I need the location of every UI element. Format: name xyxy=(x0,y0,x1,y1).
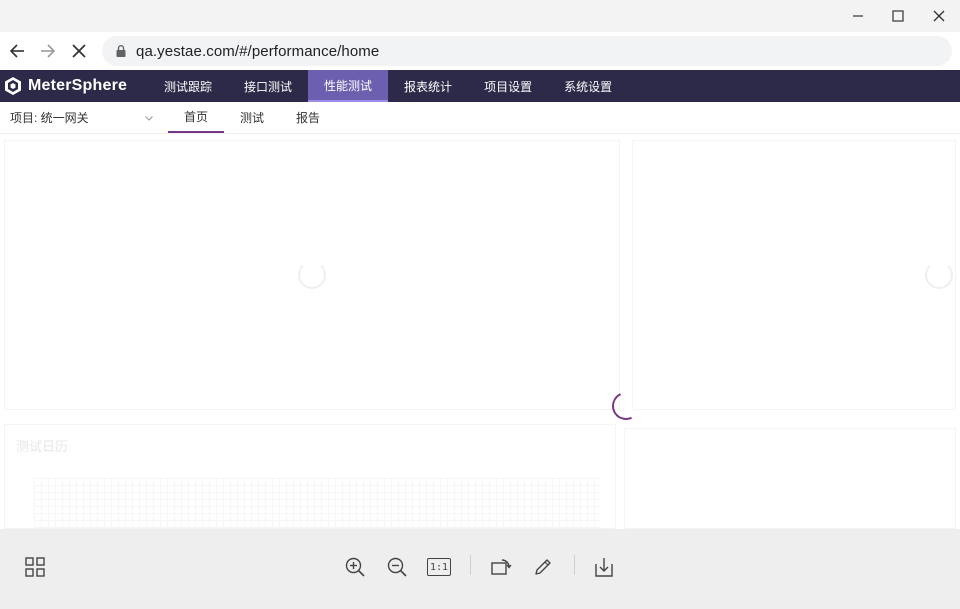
chevron-down-icon xyxy=(145,115,153,121)
menu-report-stats[interactable]: 报表统计 xyxy=(388,70,468,102)
zoom-in-button[interactable] xyxy=(339,551,371,583)
menu-label: 性能测试 xyxy=(324,78,373,93)
menu-project-settings[interactable]: 项目设置 xyxy=(468,70,548,102)
brand-logo[interactable]: MeterSphere xyxy=(0,70,148,102)
url-text: qa.yestae.com/#/performance/home xyxy=(136,42,380,60)
grid-view-button[interactable] xyxy=(19,551,51,583)
calendar-heatmap xyxy=(34,478,600,528)
actual-size-icon: 1:1 xyxy=(427,558,451,576)
arrow-left-icon xyxy=(9,44,24,58)
calendar-title: 测试日历 xyxy=(16,439,69,454)
menu-label: 报表统计 xyxy=(404,79,453,94)
zoom-out-button[interactable] xyxy=(381,551,413,583)
tab-label: 测试 xyxy=(240,111,265,125)
close-button[interactable] xyxy=(916,0,960,32)
menu-api-test[interactable]: 接口测试 xyxy=(228,70,308,102)
menu-performance-test[interactable]: 性能测试 xyxy=(308,70,389,102)
tab-report[interactable]: 报告 xyxy=(280,102,336,133)
viewer-toolbar: 1:1 xyxy=(0,529,960,609)
tab-home[interactable]: 首页 xyxy=(168,102,225,133)
lock-icon xyxy=(116,45,126,57)
toolbar-divider xyxy=(574,555,575,575)
tab-label: 首页 xyxy=(184,110,209,124)
main-content: 测试日历 xyxy=(0,134,960,529)
forward-button[interactable] xyxy=(33,36,63,66)
arrow-right-icon xyxy=(41,44,56,58)
menu-label: 项目设置 xyxy=(484,79,533,94)
tab-label: 报告 xyxy=(296,111,321,125)
download-button[interactable] xyxy=(588,551,620,583)
loading-placeholder xyxy=(925,261,953,289)
toolbar-divider xyxy=(470,555,471,575)
download-icon xyxy=(595,558,613,577)
tab-test[interactable]: 测试 xyxy=(224,102,280,133)
edit-button[interactable] xyxy=(527,551,559,583)
menu-system-settings[interactable]: 系统设置 xyxy=(548,70,628,102)
schedule-card xyxy=(624,428,956,529)
menu-label: 系统设置 xyxy=(564,79,613,94)
app-header: MeterSphere 测试跟踪 接口测试 性能测试 报表统计 项目设置 系统设… xyxy=(0,70,960,102)
rotate-button[interactable] xyxy=(485,551,517,583)
address-bar[interactable]: qa.yestae.com/#/performance/home xyxy=(102,36,952,66)
loading-placeholder xyxy=(298,261,326,289)
grid-icon xyxy=(25,557,45,577)
sub-navigation: 项目: 统一网关 首页 测试 报告 xyxy=(0,102,960,134)
stop-loading-button[interactable] xyxy=(64,36,94,66)
project-select[interactable]: 项目: 统一网关 xyxy=(0,102,168,133)
back-button[interactable] xyxy=(2,36,32,66)
actual-size-button[interactable]: 1:1 xyxy=(423,551,455,583)
rotate-icon xyxy=(491,559,512,575)
brand-name: MeterSphere xyxy=(28,77,128,94)
menu-test-track[interactable]: 测试跟踪 xyxy=(148,70,228,102)
zoom-out-icon xyxy=(387,557,407,577)
metersphere-logo-icon xyxy=(5,77,21,95)
recent-reports-card xyxy=(632,140,956,410)
close-icon xyxy=(933,10,945,22)
minimize-icon xyxy=(853,15,863,17)
pencil-icon xyxy=(535,559,551,575)
maximize-button[interactable] xyxy=(875,0,921,32)
close-icon xyxy=(72,44,86,58)
menu-label: 接口测试 xyxy=(244,79,293,94)
window-titlebar xyxy=(0,0,960,32)
maximize-icon xyxy=(892,10,904,22)
zoom-in-icon xyxy=(345,557,365,577)
menu-label: 测试跟踪 xyxy=(164,79,213,94)
browser-toolbar: qa.yestae.com/#/performance/home xyxy=(0,32,960,70)
project-select-label: 项目: 统一网关 xyxy=(10,111,89,125)
